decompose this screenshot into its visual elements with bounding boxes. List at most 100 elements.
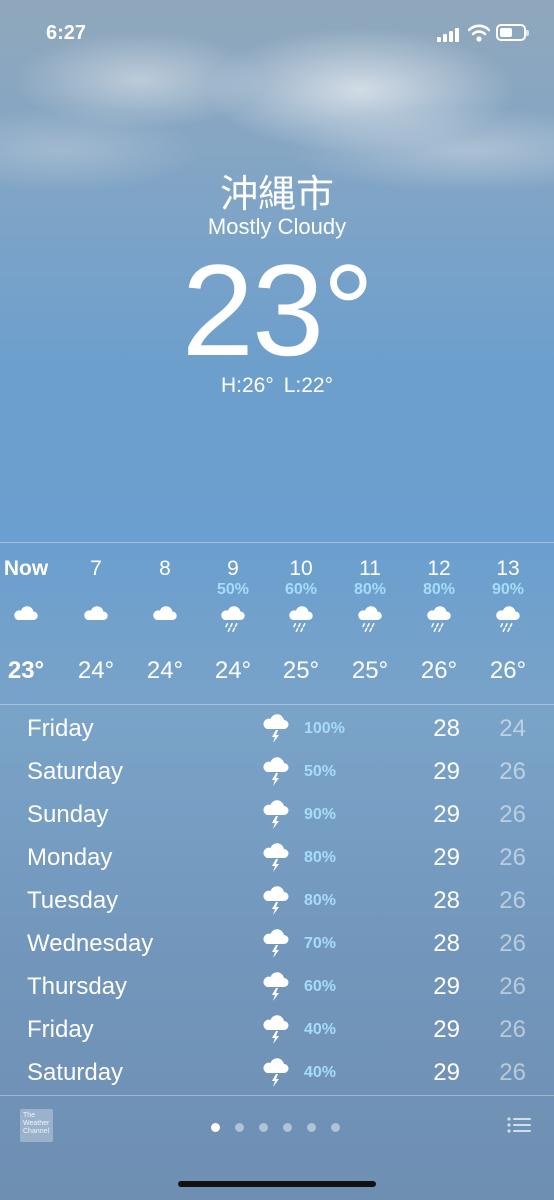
page-dot[interactable] xyxy=(235,1123,244,1132)
daily-high: 29 xyxy=(433,973,460,1000)
hourly-precip: 90% xyxy=(491,581,525,598)
daily-day: Friday xyxy=(27,1016,94,1043)
status-bar: 6:27 xyxy=(0,0,554,70)
daily-high: 28 xyxy=(433,887,460,914)
current-temperature: 23° xyxy=(181,237,375,383)
hourly-time: 11 xyxy=(359,557,381,580)
page-dot[interactable] xyxy=(259,1123,268,1132)
daily-row: Wednesday 70% 28 26 xyxy=(0,921,554,964)
thunderstorm-icon xyxy=(260,755,292,789)
cloud-icon xyxy=(11,603,41,637)
thunderstorm-icon xyxy=(260,927,292,961)
daily-day: Tuesday xyxy=(27,887,119,914)
daily-low: 26 xyxy=(499,1016,526,1043)
page-indicator[interactable] xyxy=(211,1119,355,1137)
hourly-precip: 60% xyxy=(284,581,318,598)
daily-row: Tuesday 80% 28 26 xyxy=(0,878,554,921)
hourly-temp: 24° xyxy=(77,657,115,684)
status-time: 6:27 xyxy=(46,22,87,44)
hourly-temp: 26° xyxy=(420,657,458,684)
weather-channel-logo[interactable]: The Weather Channel xyxy=(20,1109,53,1142)
page-dot[interactable] xyxy=(307,1123,316,1132)
daily-day: Sunday xyxy=(27,801,109,828)
daily-precip: 50% xyxy=(304,763,337,780)
daily-row: Monday 80% 29 26 xyxy=(0,835,554,878)
hourly-precip: 50% xyxy=(216,581,250,598)
wifi-icon xyxy=(468,24,490,42)
daily-high: 29 xyxy=(433,758,460,785)
hourly-temp: 26° xyxy=(489,657,527,684)
daily-precip: 40% xyxy=(304,1021,337,1038)
thunderstorm-icon xyxy=(260,884,292,918)
daily-row: Sunday 90% 29 26 xyxy=(0,792,554,835)
daily-high: 29 xyxy=(433,801,460,828)
daily-low: 26 xyxy=(499,887,526,914)
hourly-temp: 24° xyxy=(146,657,184,684)
daily-high: 29 xyxy=(433,844,460,871)
rain-cloud-icon xyxy=(493,603,523,637)
city-list-icon[interactable] xyxy=(507,1116,531,1134)
hourly-time: 8 xyxy=(159,557,171,580)
hourly-precip: 80% xyxy=(422,581,456,598)
daily-low: 26 xyxy=(499,844,526,871)
hourly-time: 10 xyxy=(289,557,313,580)
divider xyxy=(0,1095,554,1096)
hourly-temp: 25° xyxy=(282,657,320,684)
daily-precip: 70% xyxy=(304,935,337,952)
daily-high: 28 xyxy=(433,715,460,742)
hourly-time: 9 xyxy=(227,557,239,580)
daily-day: Saturday xyxy=(27,758,124,785)
hourly-precip: 80% xyxy=(353,581,387,598)
page-dot[interactable] xyxy=(211,1123,220,1132)
daily-low: 26 xyxy=(499,801,526,828)
hourly-time: 12 xyxy=(427,557,451,580)
high-low: H:26° L:22° xyxy=(0,374,554,398)
daily-low: 24 xyxy=(499,715,526,742)
hourly-temp: 23° xyxy=(7,657,45,684)
rain-cloud-icon xyxy=(424,603,454,637)
hourly-time: Now xyxy=(3,557,49,580)
thunderstorm-icon xyxy=(260,1056,292,1090)
daily-precip: 60% xyxy=(304,978,337,995)
daily-low: 26 xyxy=(499,973,526,1000)
daily-day: Thursday xyxy=(27,973,128,1000)
thunderstorm-icon xyxy=(260,970,292,1004)
daily-row: Friday 40% 29 26 xyxy=(0,1007,554,1050)
daily-high: 29 xyxy=(433,1016,460,1043)
hourly-time: 7 xyxy=(90,557,102,580)
cloud-icon xyxy=(81,603,111,637)
daily-precip: 80% xyxy=(304,849,337,866)
daily-row: Thursday 60% 29 26 xyxy=(0,964,554,1007)
rain-cloud-icon xyxy=(218,603,248,637)
thunderstorm-icon xyxy=(260,798,292,832)
daily-day: Friday xyxy=(27,715,94,742)
cellular-icon xyxy=(437,26,461,42)
low-temp: L:22° xyxy=(283,374,334,397)
thunderstorm-icon xyxy=(260,841,292,875)
city-name: 沖縄市 xyxy=(219,174,334,216)
daily-row: Saturday 40% 29 26 xyxy=(0,1050,554,1093)
rain-cloud-icon xyxy=(286,603,316,637)
divider xyxy=(0,704,554,705)
daily-precip: 80% xyxy=(304,892,337,909)
hourly-temp: 25° xyxy=(351,657,389,684)
daily-row: Friday 100% 28 24 xyxy=(0,706,554,749)
page-dot[interactable] xyxy=(331,1123,340,1132)
daily-high: 29 xyxy=(433,1059,460,1086)
daily-precip: 40% xyxy=(304,1064,337,1081)
battery-icon xyxy=(496,24,529,41)
daily-day: Saturday xyxy=(27,1059,124,1086)
hourly-forecast[interactable]: Now 23° 7 24° 8 24° 9 50% 24° 10 60% 25° 11 80% 25° 12 8… xyxy=(0,543,554,703)
daily-day: Monday xyxy=(27,844,113,871)
daily-precip: 100% xyxy=(304,720,345,737)
home-indicator[interactable] xyxy=(178,1181,376,1187)
hourly-temp: 24° xyxy=(214,657,252,684)
daily-day: Wednesday xyxy=(27,930,154,957)
high-temp: H:26° xyxy=(220,374,274,397)
daily-precip: 90% xyxy=(304,806,337,823)
rain-cloud-icon xyxy=(355,603,385,637)
daily-low: 26 xyxy=(499,930,526,957)
page-dot[interactable] xyxy=(283,1123,292,1132)
daily-low: 26 xyxy=(499,758,526,785)
hourly-time: 13 xyxy=(496,557,520,580)
